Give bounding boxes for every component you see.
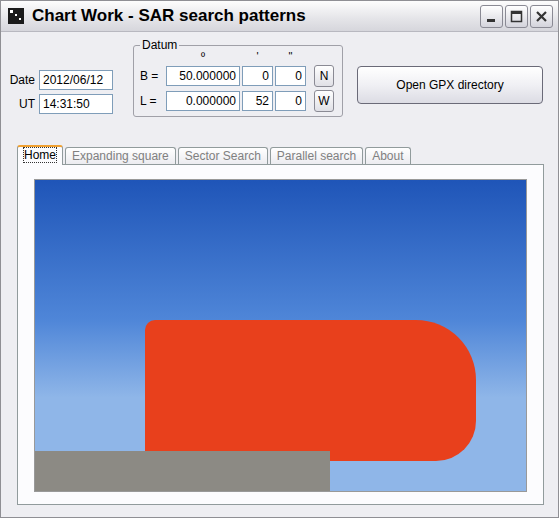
tab-bar: HomeExpanding squareSector SearchParalle… — [1, 144, 558, 164]
title-bar: Chart Work - SAR search patterns — [1, 1, 558, 32]
hull-shape — [145, 320, 476, 461]
tab[interactable]: Home — [17, 145, 63, 165]
date-field[interactable]: 2012/06/12 — [39, 70, 113, 90]
degrees-field[interactable]: 50.000000 — [166, 66, 240, 86]
ut-label: UT — [9, 97, 39, 111]
minimize-icon — [481, 6, 502, 27]
minutes-field[interactable]: 0 — [242, 66, 273, 86]
datum-row: L =0.000000520W — [140, 90, 334, 112]
window-title: Chart Work - SAR search patterns — [32, 6, 306, 26]
unit-header: ' — [242, 50, 273, 62]
tab-panel — [17, 164, 544, 505]
seconds-field[interactable]: 0 — [275, 66, 306, 86]
coord-label: B = — [140, 69, 164, 83]
close-button[interactable] — [530, 5, 553, 28]
maximize-button[interactable] — [505, 5, 528, 28]
app-window: Chart Work - SAR search patterns Date2012… — [0, 0, 559, 518]
unit-header: º — [166, 50, 240, 62]
seconds-field[interactable]: 0 — [275, 91, 306, 111]
tab[interactable]: Expanding square — [65, 147, 176, 164]
ship-photo — [34, 179, 527, 492]
hemisphere-button[interactable]: N — [314, 65, 334, 87]
datum-legend: Datum — [140, 38, 179, 52]
minimize-button[interactable] — [480, 5, 503, 28]
tab[interactable]: About — [365, 147, 410, 164]
coord-label: L = — [140, 94, 164, 108]
open-gpx-button[interactable]: Open GPX directory — [357, 66, 543, 104]
ut-field[interactable]: 14:31:50 — [39, 94, 113, 114]
chart-icon — [8, 8, 24, 24]
degrees-field[interactable]: 0.000000 — [166, 91, 240, 111]
maximize-icon — [506, 6, 527, 27]
datum-row: B =50.00000000N — [140, 65, 334, 87]
quay-shape — [35, 451, 330, 491]
minutes-field[interactable]: 52 — [242, 91, 273, 111]
datum-group: Datumº'"B =50.00000000NL =0.000000520W — [133, 38, 343, 117]
close-icon — [531, 6, 552, 27]
hemisphere-button[interactable]: W — [314, 90, 334, 112]
unit-header: " — [275, 50, 306, 62]
header-panel: Date2012/06/12UT14:31:50 Datumº'" B =50.00… — [1, 32, 558, 138]
tab[interactable]: Parallel search — [270, 147, 363, 164]
date-label: Date — [9, 73, 39, 87]
tab[interactable]: Sector Search — [178, 147, 268, 164]
